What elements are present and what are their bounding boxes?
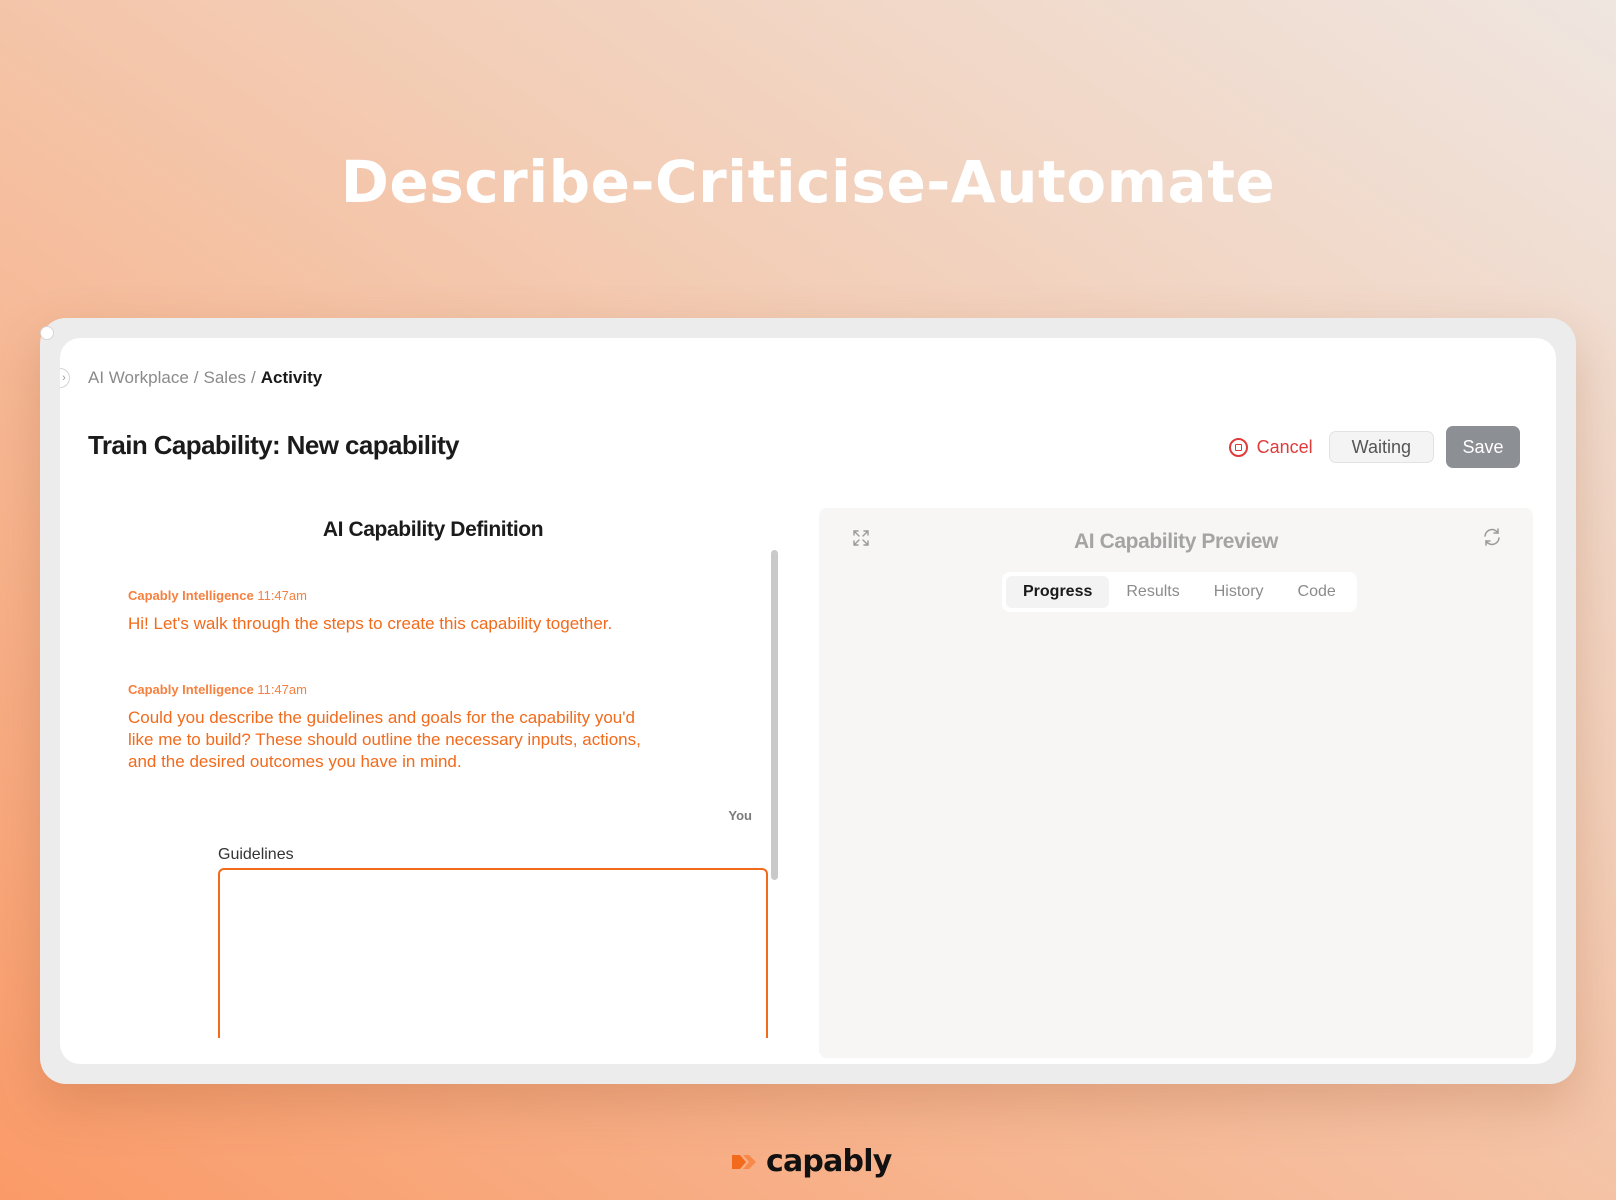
chat-message: Capably Intelligence 11:47am Hi! Let's w… [128, 588, 648, 635]
you-label: You [728, 808, 752, 823]
message-text: Could you describe the guidelines and go… [128, 708, 641, 771]
cancel-label: Cancel [1256, 436, 1313, 457]
message-time: 11:47am [257, 682, 307, 697]
breadcrumb-item-sales[interactable]: Sales [204, 368, 247, 388]
tab-history[interactable]: History [1197, 576, 1281, 608]
cancel-button[interactable]: Cancel [1225, 437, 1317, 458]
breadcrumb-item-workplace[interactable]: AI Workplace [88, 368, 189, 388]
chat-scrollbar[interactable] [771, 550, 778, 880]
message-meta: Capably Intelligence 11:47am [128, 588, 648, 603]
stop-circle-icon [1228, 437, 1248, 457]
definition-title: AI Capability Definition [322, 518, 544, 541]
app-window: › AI Workplace / Sales / Activity Train … [40, 318, 1576, 1084]
breadcrumb-separator: / [193, 368, 199, 387]
waiting-status-button[interactable]: Waiting [1328, 431, 1434, 463]
message-time: 11:47am [257, 588, 307, 603]
page-title: Train Capability: New capability [88, 430, 460, 460]
chat-message: Capably Intelligence 11:47am Could you d… [128, 682, 648, 773]
save-button[interactable]: Save [1446, 426, 1520, 468]
tab-results[interactable]: Results [1109, 576, 1196, 608]
app-screen: › AI Workplace / Sales / Activity Train … [60, 338, 1556, 1064]
brand-name: capably [766, 1144, 892, 1179]
chevron-right-icon: › [62, 372, 66, 384]
guidelines-input[interactable] [218, 868, 768, 1038]
header-actions: Cancel Waiting Save [1225, 426, 1520, 468]
refresh-icon[interactable] [1481, 526, 1503, 553]
breadcrumb-item-activity: Activity [260, 368, 323, 387]
preview-tabs: Progress Results History Code [1002, 572, 1357, 612]
message-sender: Capably Intelligence [128, 682, 254, 697]
tab-code[interactable]: Code [1281, 576, 1353, 608]
breadcrumb: AI Workplace / Sales / Activity [88, 368, 322, 388]
message-sender: Capably Intelligence [128, 588, 254, 603]
sidebar-toggle-button[interactable]: › [60, 368, 70, 388]
tab-progress[interactable]: Progress [1006, 576, 1110, 608]
message-meta: Capably Intelligence 11:47am [128, 682, 648, 697]
message-text: Hi! Let's walk through the steps to crea… [128, 614, 613, 633]
preview-title: AI Capability Preview [1073, 530, 1278, 553]
guidelines-label: Guidelines [218, 846, 294, 863]
window-control-dot[interactable] [40, 326, 54, 340]
hero-title: Describe-Criticise-Automate [340, 148, 1276, 216]
brand: capably [730, 1144, 892, 1179]
breadcrumb-separator: / [251, 368, 256, 387]
preview-panel: AI Capability Preview Progress Results H… [819, 508, 1533, 1058]
capably-logo-icon [732, 1154, 756, 1169]
definition-panel: AI Capability Definition Capably Intelli… [88, 488, 778, 1048]
